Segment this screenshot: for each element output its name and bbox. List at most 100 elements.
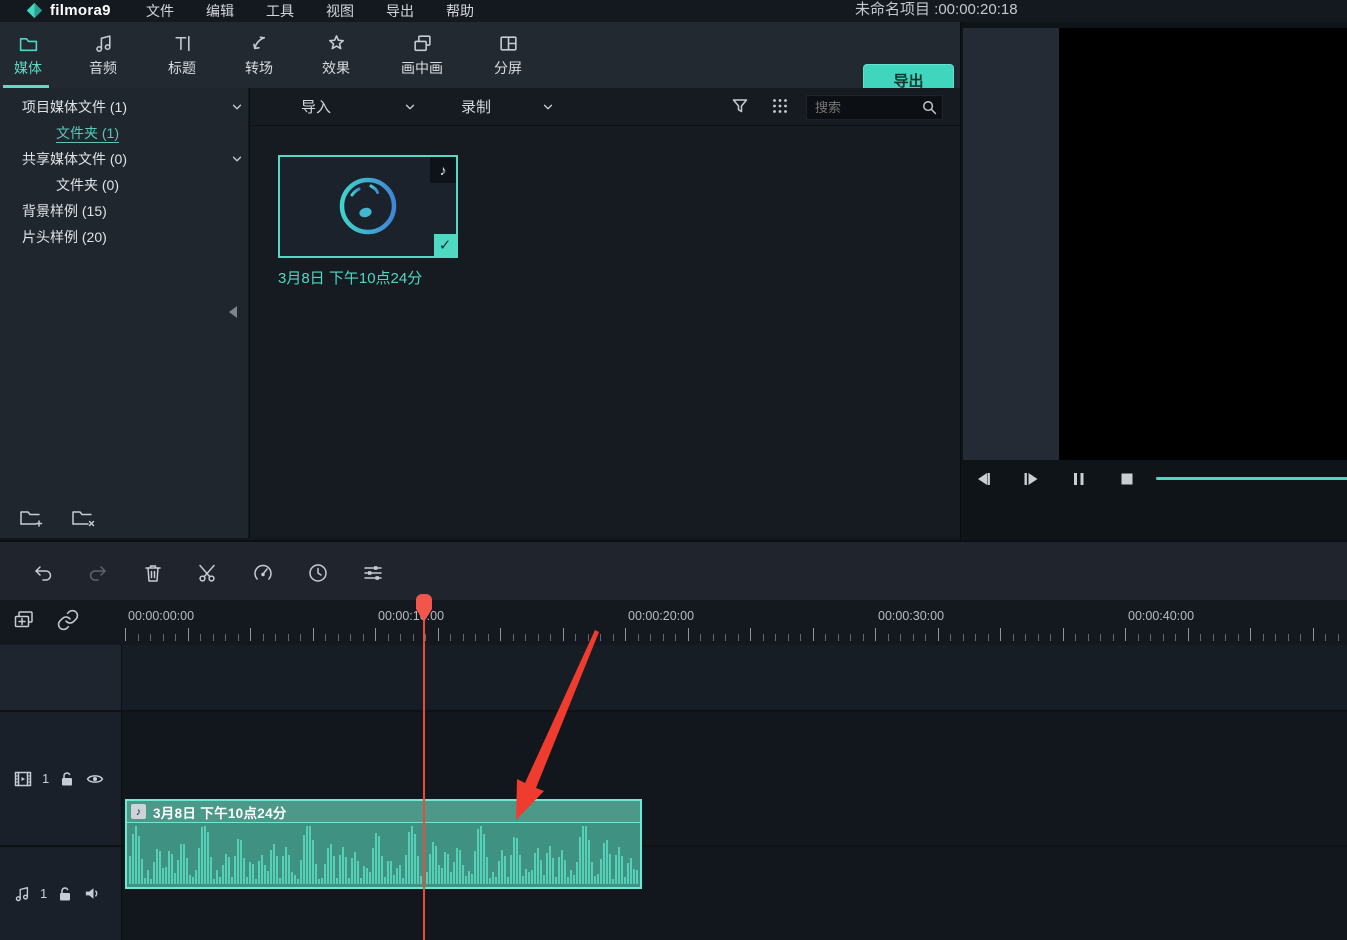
record-dropdown[interactable]: 录制 (461, 88, 555, 125)
link-icon[interactable] (56, 608, 80, 632)
sidebar-folder-actions (18, 506, 96, 530)
clock-icon (307, 562, 329, 584)
media-item-card[interactable]: ♪ ✓ (278, 155, 458, 258)
menu-item-file[interactable]: 文件 (140, 1, 180, 21)
sidebar-item-shared-media[interactable]: 共享媒体文件 (0) (0, 147, 270, 171)
audio-track-icon (13, 885, 31, 903)
menu-item-export[interactable]: 导出 (380, 1, 420, 21)
split-button[interactable] (196, 561, 220, 585)
tab-transitions[interactable]: 转场 (231, 22, 287, 88)
disc-music-icon (332, 170, 404, 242)
media-panel: 导入 录制 (249, 88, 961, 538)
pause-button[interactable] (1067, 467, 1091, 491)
lock-open-icon[interactable] (56, 885, 74, 903)
stop-icon (1119, 471, 1135, 487)
timeline-ruler-row: 00:00:00:00 00:00:10:00 00:00:20:00 00:0… (0, 600, 1347, 645)
app-logo: filmora9 (26, 2, 111, 19)
tab-titles[interactable]: 标题 (154, 22, 210, 88)
video-preview[interactable] (1059, 28, 1347, 460)
playback-controls (971, 467, 1139, 491)
play-button[interactable] (1019, 467, 1043, 491)
prev-frame-icon (973, 469, 993, 489)
tab-media[interactable]: 媒体 (0, 22, 56, 88)
chevron-down-icon[interactable] (230, 100, 244, 114)
audio-track-header: 1 (0, 847, 122, 940)
chevron-down-icon[interactable] (230, 152, 244, 166)
duration-button[interactable] (306, 561, 330, 585)
app-logo-text: filmora9 (50, 2, 111, 19)
menu-item-edit[interactable]: 编辑 (200, 1, 240, 21)
filter-icon[interactable] (731, 97, 749, 115)
track-header-spacer (0, 645, 122, 710)
audio-clip[interactable]: ♪ 3月8日 下午10点24分 (125, 799, 642, 889)
preview-progress-bar[interactable] (1156, 477, 1347, 480)
filmora-logo-icon (26, 2, 43, 19)
search-input[interactable] (807, 100, 921, 115)
undo-button[interactable] (31, 561, 55, 585)
grid-view-icon[interactable] (772, 98, 788, 114)
check-icon: ✓ (434, 234, 456, 256)
delete-button[interactable] (141, 561, 165, 585)
import-dropdown[interactable]: 导入 (301, 88, 417, 125)
video-track-header: 1 (0, 712, 122, 845)
folder-remove-icon[interactable] (70, 506, 96, 530)
menu-item-help[interactable]: 帮助 (440, 1, 480, 21)
search-box (806, 95, 943, 120)
adjust-sliders-icon (362, 562, 384, 584)
adjust-button[interactable] (361, 561, 385, 585)
eye-icon[interactable] (85, 769, 105, 789)
speed-button[interactable] (251, 561, 275, 585)
audio-waveform (129, 824, 638, 884)
speaker-icon[interactable] (83, 884, 102, 903)
empty-track-area (122, 645, 1347, 710)
audio-type-badge-icon: ♪ (430, 157, 456, 183)
pause-icon (1070, 470, 1088, 488)
playhead-marker[interactable] (414, 592, 434, 624)
effects-star-icon (326, 33, 347, 54)
redo-icon (86, 561, 110, 585)
chevron-down-icon (541, 100, 555, 114)
tab-split-screen[interactable]: 分屏 (480, 22, 536, 88)
ruler-label: 00:00:40:00 (1128, 609, 1194, 623)
main-menu: 文件 编辑 工具 视图 导出 帮助 (140, 0, 480, 22)
sidebar-item-project-media[interactable]: 项目媒体文件 (1) (0, 95, 270, 119)
media-panel-toolbar: 导入 录制 (250, 88, 961, 126)
filmora-window: filmora9 文件 编辑 工具 视图 导出 帮助 未命名项目 :00:00:… (0, 0, 1347, 940)
tab-audio[interactable]: 音频 (75, 22, 131, 88)
split-screen-icon (498, 33, 519, 54)
menu-item-tools[interactable]: 工具 (260, 1, 300, 21)
ruler-label: 00:00:10:00 (378, 609, 444, 623)
tab-effects[interactable]: 效果 (308, 22, 364, 88)
folder-add-icon[interactable] (18, 506, 44, 530)
pip-icon (412, 33, 433, 54)
menu-bar: filmora9 文件 编辑 工具 视图 导出 帮助 未命名项目 :00:00:… (0, 0, 1347, 22)
preview-panel (960, 22, 1347, 540)
project-title: 未命名项目 :00:00:20:18 (855, 0, 1018, 22)
asset-tab-bar: 媒体 音频 标题 转场 效果 画中画 (0, 22, 960, 88)
previous-frame-button[interactable] (971, 467, 995, 491)
sidebar-item-intro-samples[interactable]: 片头样例 (20) (0, 225, 270, 249)
audio-clip-header: ♪ 3月8日 下午10点24分 (127, 801, 640, 823)
menu-item-view[interactable]: 视图 (320, 1, 360, 21)
lock-open-icon[interactable] (58, 770, 76, 788)
ruler-label: 00:00:30:00 (878, 609, 944, 623)
playhead-line (423, 600, 425, 940)
sidebar-item-background-samples[interactable]: 背景样例 (15) (0, 199, 270, 223)
preview-letterbox (963, 28, 1059, 460)
music-note-icon (93, 33, 114, 54)
scissors-icon (197, 562, 219, 584)
folder-icon (18, 33, 39, 54)
ruler-ticks (125, 627, 1347, 644)
search-icon[interactable] (921, 99, 938, 116)
add-track-icon[interactable] (12, 608, 36, 632)
tab-pip[interactable]: 画中画 (384, 22, 460, 88)
music-note-icon: ♪ (131, 804, 146, 819)
play-icon (1021, 469, 1041, 489)
ruler-label: 00:00:20:00 (628, 609, 694, 623)
panel-collapse-arrow-icon[interactable] (229, 306, 237, 318)
ruler-label: 00:00:00:00 (128, 609, 194, 623)
media-item-caption: 3月8日 下午10点24分 (278, 267, 422, 288)
stop-button[interactable] (1115, 467, 1139, 491)
redo-button[interactable] (86, 561, 110, 585)
trash-icon (142, 562, 164, 584)
